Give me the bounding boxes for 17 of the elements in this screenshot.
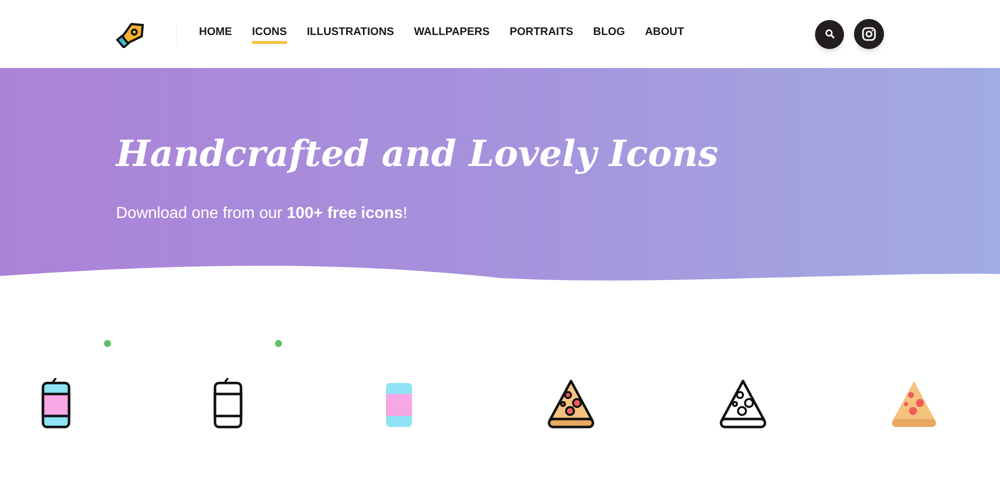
instagram-button[interactable] <box>854 19 884 49</box>
nav-link[interactable]: WALLPAPERS <box>414 24 490 44</box>
pizza-slice-icon <box>718 378 768 430</box>
nav-link[interactable]: PORTRAITS <box>510 24 574 44</box>
search-icon <box>824 29 834 39</box>
soda-can-icon <box>212 378 242 430</box>
instagram-icon <box>862 27 876 41</box>
nav-link[interactable]: ABOUT <box>644 24 684 44</box>
search-button[interactable] <box>815 20 844 48</box>
hero-subtitle: Download one from our 100+ free icons! <box>116 204 408 224</box>
pizza-slice-icon <box>546 378 596 430</box>
nav-link[interactable]: BLOG <box>593 24 625 44</box>
hero-title: Handcrafted and Lovely Icons <box>116 132 720 177</box>
nav-link[interactable]: ILLUSTRATIONS <box>306 24 394 44</box>
nav-link[interactable]: ICONS <box>252 24 287 44</box>
nav-link[interactable]: HOME <box>199 24 232 44</box>
soda-can-icon <box>40 378 71 430</box>
